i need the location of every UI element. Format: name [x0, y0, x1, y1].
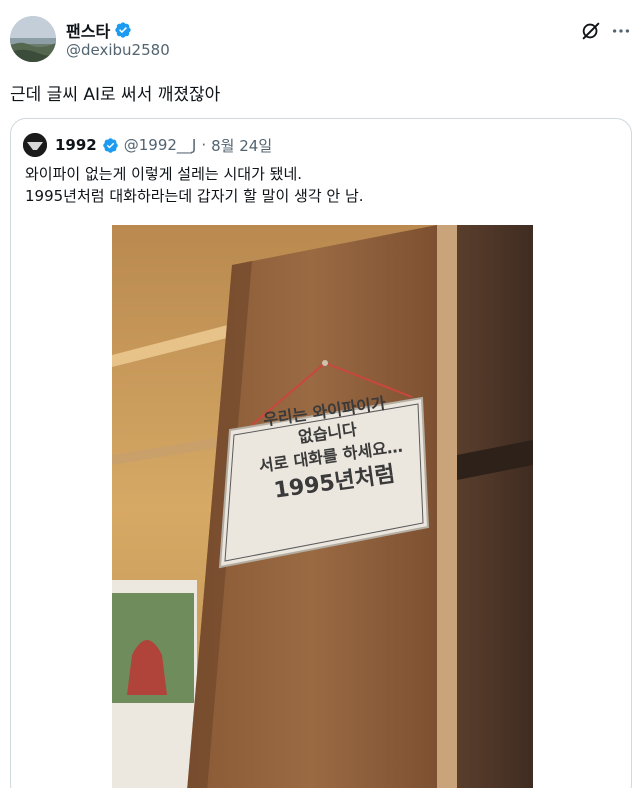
name-row: 팬스타 — [66, 18, 132, 42]
quote-display-name[interactable]: 1992 — [55, 136, 97, 154]
avatar[interactable] — [10, 16, 56, 62]
quote-avatar-image — [23, 133, 47, 157]
tweet-text: 근데 글씨 AI로 써서 깨졌잖아 — [10, 85, 221, 105]
tweet-header: 팬스타 @dexibu2580 — [10, 14, 632, 70]
photo-image — [112, 225, 533, 788]
verified-badge-icon — [115, 22, 131, 38]
quoted-tweet[interactable]: 1992 @1992__J · 8월 24일 와이파이 없는게 이렇게 설레는 … — [10, 118, 632, 788]
more-icon[interactable] — [610, 20, 632, 42]
quote-photo[interactable]: 우리는 와이파이가 없습니다 서로 대화를 하세요… 1995년처럼 — [112, 225, 533, 788]
quote-text: 와이파이 없는게 이렇게 설레는 시대가 됐네. 1995년처럼 대화하라는데 … — [25, 163, 364, 207]
avatar-image — [10, 16, 56, 62]
quote-date[interactable]: 8월 24일 — [211, 135, 272, 156]
quote-avatar[interactable] — [23, 133, 47, 157]
quote-handle[interactable]: @1992__J — [124, 136, 197, 154]
quote-separator: · — [201, 136, 207, 154]
quote-text-line-1: 와이파이 없는게 이렇게 설레는 시대가 됐네. — [25, 165, 303, 183]
verified-badge-icon — [102, 137, 118, 153]
display-name[interactable]: 팬스타 — [66, 18, 110, 42]
quote-text-line-2: 1995년처럼 대화하라는데 갑자기 할 말이 생각 안 남. — [25, 187, 364, 205]
grok-icon[interactable] — [580, 20, 602, 42]
quote-header: 1992 @1992__J · 8월 24일 — [23, 133, 272, 157]
handle[interactable]: @dexibu2580 — [66, 41, 170, 59]
